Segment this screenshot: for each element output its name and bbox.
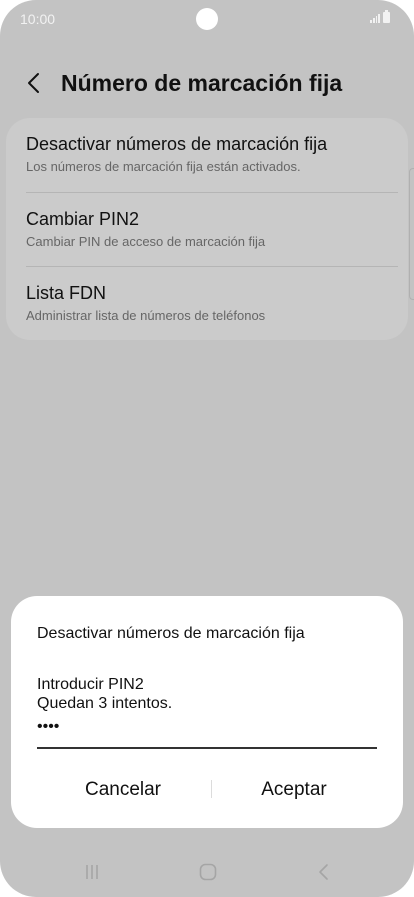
accept-button[interactable]: Aceptar <box>209 772 379 806</box>
phone-screen: 10:00 Número de marcación fija Desactiva… <box>0 0 414 897</box>
nav-back-button[interactable] <box>304 852 344 892</box>
system-icons <box>370 10 390 23</box>
dialog-message-line1: Introducir PIN2 <box>37 676 144 693</box>
dialog-message: Introducir PIN2 Quedan 3 intentos. <box>37 675 172 713</box>
pin2-input[interactable] <box>37 715 377 749</box>
setting-item-subtitle: Cambiar PIN de acceso de marcación fija <box>26 234 266 249</box>
pin2-masked-value: •••• <box>37 718 60 735</box>
home-button[interactable] <box>188 852 228 892</box>
back-icon <box>319 864 328 880</box>
setting-item-change-pin2[interactable]: Cambiar PIN2 Cambiar PIN de acceso de ma… <box>6 193 408 267</box>
battery-icon <box>383 10 390 23</box>
setting-item-subtitle: Los números de marcación fija están acti… <box>26 159 301 174</box>
pin2-dialog: Desactivar números de marcación fija Int… <box>11 596 403 828</box>
signal-icon <box>370 13 380 23</box>
recents-icon <box>86 865 98 879</box>
setting-item-title: Cambiar PIN2 <box>26 209 140 229</box>
recents-button[interactable] <box>72 852 112 892</box>
dialog-message-line2: Quedan 3 intentos. <box>37 695 173 712</box>
settings-list: Desactivar números de marcación fija Los… <box>6 118 408 340</box>
edge-panel-handle[interactable] <box>409 168 414 300</box>
setting-item-subtitle: Administrar lista de números de teléfono… <box>26 308 266 323</box>
setting-item-title: Lista FDN <box>26 283 107 303</box>
app-bar: Número de marcación fija <box>0 60 414 106</box>
status-time: 10:00 <box>20 11 56 27</box>
status-bar: 10:00 <box>0 0 414 40</box>
dialog-title: Desactivar números de marcación fija <box>37 625 305 642</box>
setting-item-fdn-list[interactable]: Lista FDN Administrar lista de números d… <box>6 267 408 341</box>
setting-item-disable-fdn[interactable]: Desactivar números de marcación fija Los… <box>6 118 408 192</box>
chevron-left-icon <box>28 73 39 93</box>
home-icon <box>199 863 217 881</box>
cancel-button[interactable]: Cancelar <box>38 772 208 806</box>
setting-item-title: Desactivar números de marcación fija <box>26 134 328 154</box>
page-title: Número de marcación fija <box>61 70 343 96</box>
back-button[interactable] <box>20 68 50 98</box>
front-camera <box>196 8 218 30</box>
navigation-bar <box>0 852 414 892</box>
